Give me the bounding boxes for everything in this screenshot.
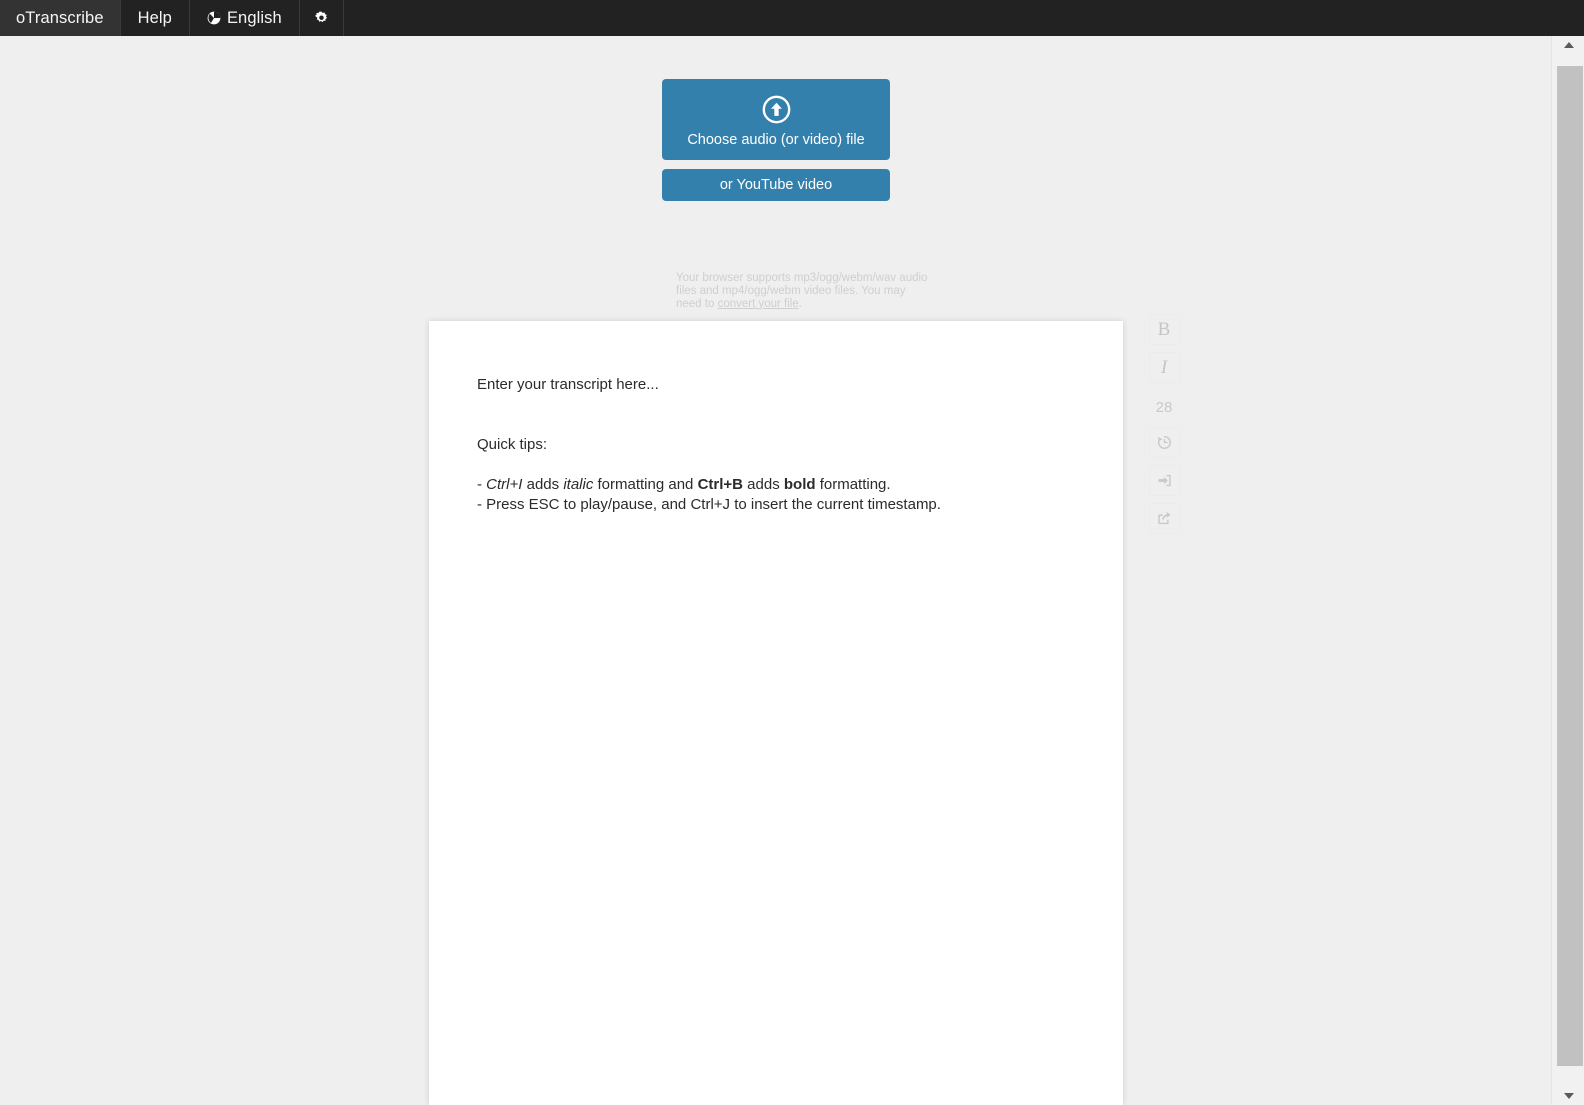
upload-area: Choose audio (or video) file or YouTube … [662, 79, 927, 310]
nav-item-settings[interactable] [300, 0, 344, 36]
tip1-ctrl-b: Ctrl+B [697, 476, 743, 493]
restore-button[interactable] [1148, 427, 1180, 458]
transcript-editor-panel: Enter your transcript here... Quick tips… [429, 321, 1123, 1105]
chevron-down-icon [1563, 1093, 1574, 1099]
tip1-italic-word: italic [563, 476, 594, 493]
scrollbar-thumb[interactable] [1557, 66, 1583, 1066]
bold-button-label: B [1157, 318, 1171, 340]
tip1-mid2: formatting and [593, 476, 698, 493]
choose-file-button[interactable]: Choose audio (or video) file [662, 79, 890, 160]
tip1-mid1: adds [522, 476, 564, 493]
nav-item-help[interactable]: Help [121, 0, 190, 36]
tip1-mid3: adds [743, 476, 784, 493]
convert-file-link[interactable]: convert your file [718, 298, 799, 310]
editor-spacer [477, 395, 1075, 435]
tip1-ctrl-i: Ctrl+I [486, 476, 523, 493]
editor-spacer-small [477, 455, 1075, 475]
nav-item-language[interactable]: English [190, 0, 300, 36]
editor-side-toolbar: B I 28 [1147, 314, 1181, 541]
word-count: 28 [1155, 399, 1173, 416]
import-arrow-into-box-icon [1156, 472, 1173, 489]
choose-file-label: Choose audio (or video) file [687, 132, 865, 148]
quick-tip-formatting: - Ctrl+I adds italic formatting and Ctrl… [477, 475, 1075, 495]
quick-tips-heading: Quick tips: [477, 436, 548, 453]
language-label: English [226, 8, 282, 27]
gear-icon [314, 11, 329, 26]
italic-button-label: I [1160, 356, 1168, 378]
supported-formats-note: Your browser supports mp3/ogg/webm/wav a… [619, 272, 933, 310]
supported-formats-period: . [798, 297, 802, 310]
nav-item-brand[interactable]: oTranscribe [0, 0, 121, 36]
export-button[interactable] [1148, 503, 1180, 534]
globe-icon [207, 11, 221, 25]
transcript-editor-input[interactable]: Enter your transcript here... Quick tips… [429, 321, 1123, 921]
scroll-down-arrow[interactable] [1552, 1087, 1584, 1105]
vertical-scrollbar[interactable] [1551, 36, 1584, 1105]
brand-label: oTranscribe [16, 8, 104, 27]
quick-tip-playback: - Press ESC to play/pause, and Ctrl+J to… [477, 496, 941, 513]
scroll-up-arrow[interactable] [1552, 36, 1584, 54]
transcript-placeholder-line: Enter your transcript here... [477, 376, 659, 393]
tip1-suffix: formatting. [815, 476, 891, 493]
export-share-icon [1156, 510, 1173, 527]
history-restore-icon [1156, 434, 1173, 451]
upload-circle-arrow-up-icon [762, 95, 791, 124]
tip1-bold-word: bold [783, 476, 816, 493]
youtube-video-label: or YouTube video [719, 177, 833, 193]
italic-button[interactable]: I [1148, 352, 1180, 383]
youtube-video-button[interactable]: or YouTube video [662, 169, 890, 201]
page-scroll-region: Choose audio (or video) file or YouTube … [0, 36, 1551, 1105]
help-label: Help [137, 8, 172, 27]
top-navbar: oTranscribe Help English [0, 0, 1584, 36]
import-button[interactable] [1148, 465, 1180, 496]
bold-button[interactable]: B [1148, 314, 1180, 345]
chevron-up-icon [1563, 42, 1574, 48]
tip1-prefix: - [477, 476, 487, 493]
